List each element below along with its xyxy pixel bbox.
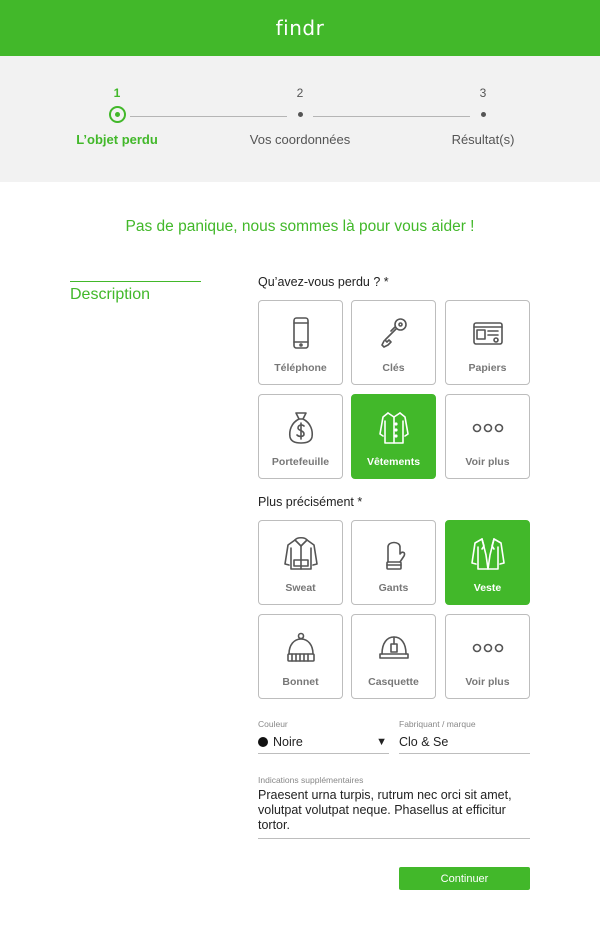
option-label: Papiers [468, 362, 507, 374]
step-label: L’objet perdu [76, 132, 158, 147]
option-label: Clés [382, 362, 405, 374]
app-logo[interactable]: findr [276, 16, 325, 40]
option-label: Sweat [285, 582, 316, 594]
option-voir-plus[interactable]: Voir plus [445, 614, 530, 699]
option-casquette[interactable]: Casquette [351, 614, 436, 699]
color-select[interactable]: Noire ▼ [258, 730, 389, 754]
more-icon [467, 407, 509, 449]
option-label: Portefeuille [271, 456, 330, 468]
step-number: 2 [296, 86, 304, 100]
option-papiers[interactable]: Papiers [445, 300, 530, 385]
key-icon [373, 313, 415, 355]
page-tagline: Pas de panique, nous sommes là pour vous… [125, 218, 475, 235]
option-label: Vêtements [366, 456, 421, 468]
option-label: Téléphone [274, 362, 327, 374]
option-voir-plus[interactable]: Voir plus [445, 394, 530, 479]
option-label: Casquette [368, 676, 419, 688]
cap-icon [373, 627, 415, 669]
option-telephone[interactable]: Téléphone [258, 300, 343, 385]
option-label: Gants [378, 582, 409, 594]
option-label: Voir plus [465, 676, 510, 688]
option-gants[interactable]: Gants [351, 520, 436, 605]
option-label: Voir plus [465, 456, 510, 468]
money-bag-icon [280, 407, 322, 449]
color-select-value: Noire [273, 734, 303, 749]
progress-stepper: 1 L’objet perdu 2 Vos coordonnées 3 Résu… [0, 56, 600, 182]
continue-button[interactable]: Continuer [399, 867, 530, 890]
step-dot-icon [297, 111, 303, 117]
option-portefeuille[interactable]: Portefeuille [258, 394, 343, 479]
step-label: Résultat(s) [451, 132, 515, 147]
brand-input-value: Clo & Se [399, 734, 449, 749]
option-cles[interactable]: Clés [351, 300, 436, 385]
step-dot-icon [480, 111, 486, 117]
section-divider [70, 281, 201, 282]
step-label: Vos coordonnées [249, 132, 351, 147]
more-icon [467, 627, 509, 669]
glove-icon [373, 533, 415, 575]
color-field-label: Couleur [258, 719, 288, 729]
option-veste[interactable]: Veste [445, 520, 530, 605]
lost-item-question: Qu’avez-vous perdu ? * [258, 275, 389, 289]
jacket-icon [467, 533, 509, 575]
step-3[interactable]: 3 Résultat(s) [403, 86, 563, 147]
color-swatch-icon [258, 736, 268, 747]
option-sweat[interactable]: Sweat [258, 520, 343, 605]
step-1[interactable]: 1 L’objet perdu [37, 86, 197, 147]
brand-field-label: Fabriquant / marque [399, 719, 476, 729]
sweatshirt-icon [280, 533, 322, 575]
precise-item-question: Plus précisément * [258, 495, 363, 509]
option-bonnet[interactable]: Bonnet [258, 614, 343, 699]
step-2[interactable]: 2 Vos coordonnées [220, 86, 380, 147]
option-label: Bonnet [282, 676, 319, 688]
brand-input[interactable]: Clo & Se [399, 730, 530, 754]
top-bar: findr [0, 0, 600, 56]
phone-icon [280, 313, 322, 355]
step-number: 3 [479, 86, 487, 100]
section-title: Description [70, 286, 151, 303]
notes-field-label: Indications supplémentaires [258, 775, 364, 785]
dropdown-arrow-icon: ▼ [376, 735, 387, 748]
option-label: Veste [473, 582, 502, 594]
option-vetements[interactable]: Vêtements [351, 394, 436, 479]
step-number: 1 [113, 86, 121, 100]
notes-textarea[interactable]: Praesent urna turpis, rutrum nec orci si… [258, 788, 530, 839]
step-active-indicator-icon [108, 105, 126, 123]
id-card-icon [467, 313, 509, 355]
shirt-icon [373, 407, 415, 449]
beanie-icon [280, 627, 322, 669]
